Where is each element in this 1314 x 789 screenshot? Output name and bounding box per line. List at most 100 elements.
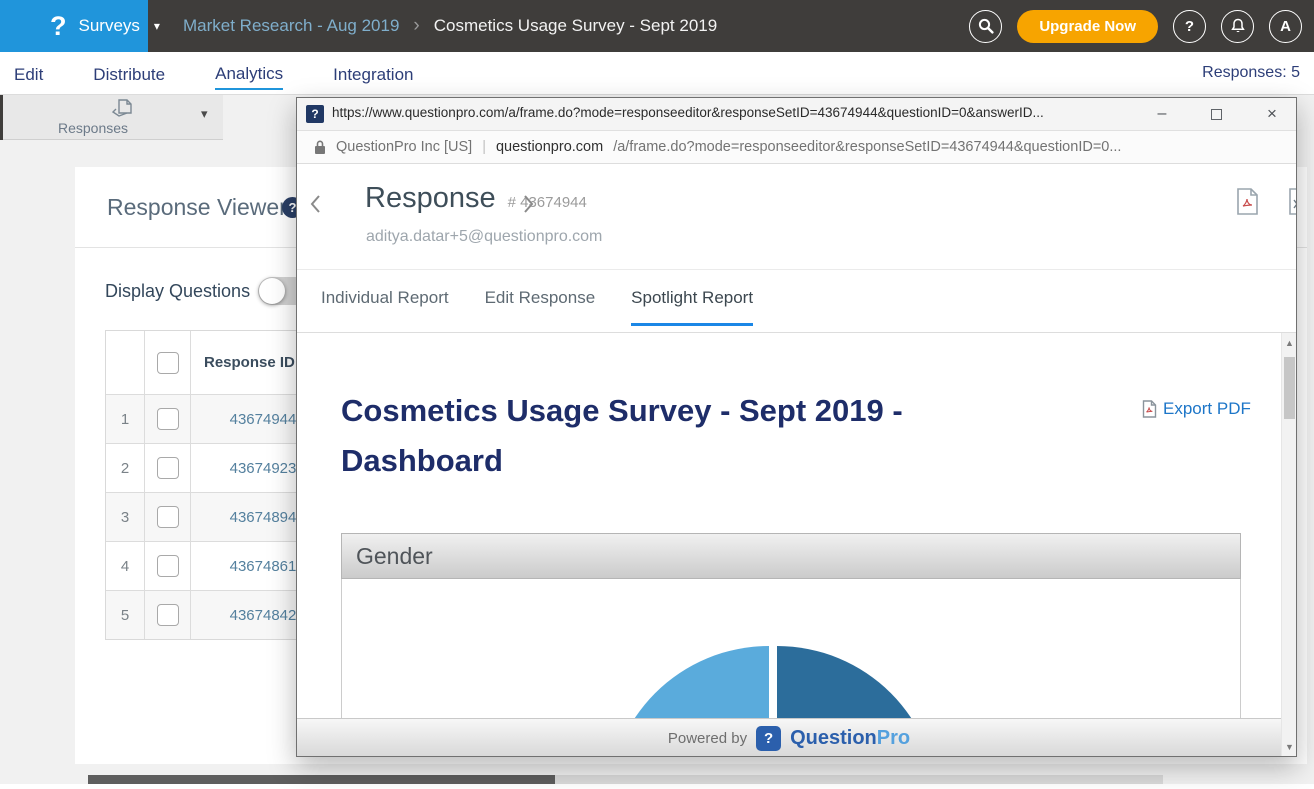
maximize-icon (1211, 109, 1222, 120)
page-bottom-strip (0, 784, 1314, 789)
tabs-divider (297, 332, 1296, 333)
questionpro-footer-logo-icon: ? (756, 726, 781, 751)
minimize-icon: – (1158, 105, 1167, 123)
notifications-button[interactable] (1221, 10, 1254, 43)
avatar-initial: A (1280, 18, 1291, 35)
response-editor-popup-window: ? https://www.questionpro.com/a/frame.do… (296, 97, 1297, 757)
product-tab-label: Surveys (79, 16, 140, 36)
pie-half-right[interactable] (777, 646, 938, 718)
row-checkbox[interactable] (157, 506, 179, 528)
gender-pie-chart[interactable] (608, 646, 938, 718)
nav-item-edit[interactable]: Edit (14, 59, 43, 89)
row-checkbox[interactable] (157, 604, 179, 626)
user-avatar[interactable]: A (1269, 10, 1302, 43)
report-tabs: Individual Report Edit Response Spotligh… (321, 288, 753, 326)
row-number: 1 (106, 395, 145, 443)
screen: ? Surveys ▾ Market Research - Aug 2019 ›… (0, 0, 1314, 789)
popup-header-divider (297, 269, 1296, 270)
header-actions: Upgrade Now ? A (969, 0, 1302, 52)
toggle-knob (259, 278, 285, 304)
lock-icon (314, 139, 326, 155)
tab-individual-report[interactable]: Individual Report (321, 288, 449, 326)
pdf-file-icon (1142, 400, 1157, 418)
row-checkbox[interactable] (157, 408, 179, 430)
row-number: 3 (106, 493, 145, 541)
tab-spotlight-report[interactable]: Spotlight Report (631, 288, 753, 326)
breadcrumb-parent-link[interactable]: Market Research - Aug 2019 (183, 16, 399, 36)
breadcrumb-current: Cosmetics Usage Survey - Sept 2019 (434, 16, 717, 36)
response-title: Response (365, 182, 496, 215)
respondent-email: aditya.datar+5@questionpro.com (366, 228, 602, 246)
search-icon (978, 18, 994, 34)
report-title: Cosmetics Usage Survey - Sept 2019 - Das… (341, 386, 1061, 486)
help-button[interactable]: ? (1173, 10, 1206, 43)
responses-dropdown-caret-icon[interactable]: ▾ (201, 106, 208, 122)
export-pdf-icon[interactable] (1236, 188, 1259, 215)
scroll-up-arrow-icon[interactable]: ▲ (1282, 335, 1297, 351)
row-checkbox[interactable] (157, 457, 179, 479)
chevron-left-icon (309, 194, 321, 214)
nav-item-integration[interactable]: Integration (333, 59, 413, 89)
chevron-down-icon: ▾ (154, 19, 160, 33)
responses-count-label: Responses: 5 (1202, 64, 1300, 82)
surveys-product-menu[interactable]: ? Surveys ▾ (0, 0, 148, 52)
powered-by-footer: Powered by ? QuestionPro (297, 718, 1281, 757)
report-title-line1: Cosmetics Usage Survey - Sept 2019 - (341, 386, 1061, 436)
window-close-button[interactable]: × (1255, 102, 1289, 126)
help-icon: ? (1185, 18, 1194, 35)
row-number: 2 (106, 444, 145, 492)
responses-pages-icon (109, 97, 137, 121)
response-title-row: Response # 43674944 (365, 182, 587, 215)
certificate-organization: QuestionPro Inc [US] (336, 139, 472, 155)
address-path: /a/frame.do?mode=responseeditor&response… (613, 139, 1121, 155)
search-button[interactable] (969, 10, 1002, 43)
response-id-column-header[interactable]: Response ID (204, 354, 295, 371)
scroll-down-arrow-icon[interactable]: ▼ (1282, 739, 1297, 755)
export-pdf-link[interactable]: Export PDF (1142, 399, 1251, 419)
nav-item-analytics[interactable]: Analytics (215, 58, 283, 90)
row-checkbox[interactable] (157, 555, 179, 577)
row-number: 4 (106, 542, 145, 590)
gender-chart-area (341, 579, 1241, 718)
horizontal-scrollbar-track[interactable] (88, 775, 1163, 784)
powered-by-label: Powered by (668, 730, 747, 747)
horizontal-scrollbar-thumb[interactable] (88, 775, 555, 784)
response-viewer-title: Response Viewer (107, 194, 287, 221)
next-response-button[interactable] (523, 194, 535, 214)
chevron-right-icon (523, 194, 535, 214)
pie-half-left[interactable] (608, 646, 769, 718)
bell-icon (1230, 18, 1246, 34)
previous-response-button[interactable] (309, 194, 321, 214)
close-icon: × (1267, 104, 1277, 124)
responses-tab-label: Responses (3, 120, 183, 136)
questionpro-logo-icon: ? (50, 13, 67, 40)
responses-toolbar-tab[interactable]: Responses ▾ (3, 95, 223, 140)
vertical-scrollbar-thumb[interactable] (1284, 357, 1295, 419)
display-questions-label: Display Questions (105, 281, 250, 302)
upgrade-now-button[interactable]: Upgrade Now (1017, 10, 1158, 43)
breadcrumb-separator-icon: › (413, 15, 419, 37)
row-number: 5 (106, 591, 145, 639)
tab-edit-response[interactable]: Edit Response (485, 288, 596, 326)
address-domain: questionpro.com (496, 139, 603, 155)
select-all-checkbox[interactable] (157, 352, 179, 374)
popup-title-bar[interactable]: ? https://www.questionpro.com/a/frame.do… (297, 98, 1296, 131)
gender-question-panel: Gender (341, 533, 1241, 718)
nav-item-distribute[interactable]: Distribute (93, 59, 165, 89)
app-header: ? Surveys ▾ Market Research - Aug 2019 ›… (0, 0, 1314, 52)
address-separator: | (482, 139, 486, 155)
response-number: # 43674944 (508, 194, 587, 211)
export-pdf-label: Export PDF (1163, 399, 1251, 419)
questionpro-favicon: ? (306, 105, 324, 123)
popup-address-bar[interactable]: QuestionPro Inc [US] | questionpro.com/a… (297, 131, 1296, 164)
window-minimize-button[interactable]: – (1145, 102, 1179, 126)
breadcrumb: Market Research - Aug 2019 › Cosmetics U… (183, 0, 717, 52)
secondary-export-icon[interactable] (1288, 188, 1297, 215)
report-title-line2: Dashboard (341, 436, 1061, 486)
window-maximize-button[interactable] (1199, 102, 1233, 126)
survey-nav-bar: Edit Distribute Analytics Integration Re… (0, 52, 1314, 95)
questionpro-brand-wordmark[interactable]: QuestionPro (790, 727, 910, 750)
popup-window-title-url: https://www.questionpro.com/a/frame.do?m… (332, 105, 1122, 124)
gender-section-header: Gender (341, 533, 1241, 579)
popup-vertical-scrollbar[interactable]: ▲ ▼ (1281, 333, 1296, 757)
